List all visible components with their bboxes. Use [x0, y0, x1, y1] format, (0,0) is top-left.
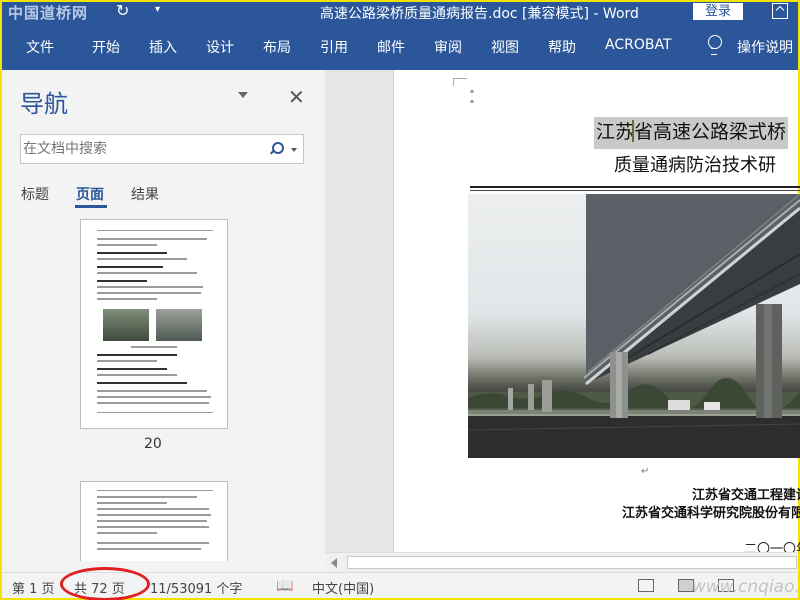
title-bar: 中国道桥网 ↻ ▾ 高速公路梁桥质量通病报告.doc [兼容模式] - Word…	[2, 1, 798, 22]
horizontal-scrollbar[interactable]	[325, 552, 798, 572]
ribbon-tabs: 文件 开始 插入 设计 布局 引用 邮件 审阅 视图 帮助 ACROBAT 操作…	[2, 22, 798, 70]
quick-access-more-icon[interactable]: ▾	[155, 4, 160, 15]
search-input[interactable]	[23, 139, 253, 159]
nav-search-box	[20, 134, 304, 164]
document-org-line2[interactable]: 江苏省交通科学研究院股份有限公	[622, 502, 800, 521]
tab-home[interactable]: 开始	[92, 37, 120, 57]
tab-layout[interactable]: 布局	[263, 37, 291, 57]
document-heading-line2[interactable]: 质量通病防治技术研	[614, 151, 776, 177]
login-button[interactable]: 登录	[693, 3, 743, 20]
scrollbar-thumb[interactable]	[347, 556, 797, 569]
tab-mailings[interactable]: 邮件	[377, 37, 405, 57]
watermark-logo: 中国道桥网	[8, 4, 89, 22]
tab-results[interactable]: 结果	[131, 184, 159, 204]
tell-me-search[interactable]: 操作说明	[737, 37, 793, 57]
tab-review[interactable]: 审阅	[434, 37, 462, 57]
tab-acrobat[interactable]: ACROBAT	[605, 37, 672, 53]
navigation-pane: 导航 ✕ 标题 页面 结果 20	[2, 70, 325, 572]
tab-references[interactable]: 引用	[320, 37, 348, 57]
ribbon-display-options-icon[interactable]	[772, 3, 788, 19]
word-count[interactable]: 11/53091 个字	[150, 578, 242, 597]
lightbulb-icon[interactable]	[707, 35, 722, 55]
tab-pages[interactable]: 页面	[76, 184, 104, 204]
page-indicator[interactable]: 第 1 页	[12, 578, 55, 597]
tab-view[interactable]: 视图	[491, 37, 519, 57]
nav-options-chevron-icon[interactable]	[238, 92, 248, 98]
text-cursor	[632, 120, 634, 142]
read-mode-icon[interactable]	[638, 579, 654, 592]
tab-design[interactable]: 设计	[206, 37, 234, 57]
heading-rule	[470, 186, 800, 188]
heading-rule	[470, 190, 800, 191]
tab-headings[interactable]: 标题	[21, 184, 49, 204]
search-options-chevron-icon[interactable]	[291, 148, 297, 152]
tab-insert[interactable]: 插入	[149, 37, 177, 57]
search-icon[interactable]	[269, 142, 284, 155]
tab-help[interactable]: 帮助	[548, 37, 576, 57]
thumbnail-page-number: 20	[144, 436, 162, 452]
active-tab-indicator	[75, 205, 107, 208]
document-org-line1[interactable]: 江苏省交通工程建设	[692, 484, 800, 503]
page-thumbnail[interactable]	[80, 481, 228, 561]
tab-file[interactable]: 文件	[26, 37, 54, 57]
paragraph-mark: ↵	[641, 466, 650, 477]
site-watermark: www.cnqiao.com	[692, 577, 800, 597]
crop-mark	[453, 78, 467, 79]
document-title: 高速公路梁桥质量通病报告.doc [兼容模式] - Word	[320, 6, 639, 22]
language-indicator[interactable]: 中文(中国)	[312, 578, 374, 597]
document-heading-line1[interactable]: 江苏省高速公路梁式桥	[594, 117, 789, 149]
proofing-icon[interactable]: 📖	[276, 578, 293, 594]
autosave-sync-icon[interactable]: ↻	[116, 1, 129, 20]
crop-mark	[453, 78, 454, 86]
close-icon[interactable]: ✕	[288, 85, 305, 109]
bridge-photo[interactable]	[468, 194, 800, 458]
page-thumbnail[interactable]	[80, 219, 228, 429]
nav-pane-title: 导航	[20, 90, 68, 118]
scroll-left-icon[interactable]	[331, 558, 337, 568]
annotation-highlight-circle	[60, 567, 150, 600]
